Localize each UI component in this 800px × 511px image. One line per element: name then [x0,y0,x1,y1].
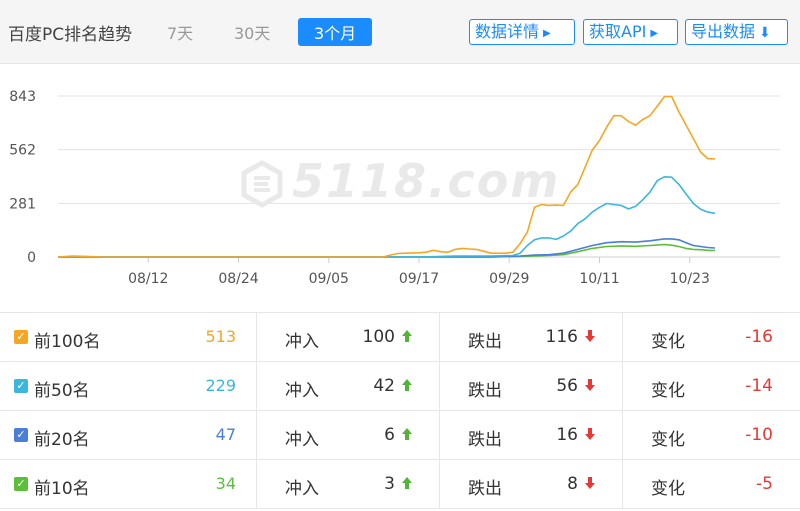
rush-in-value: 42 [373,376,395,396]
tab-3-months[interactable]: 3个月 [298,18,373,46]
series-checkbox[interactable]: ✓ [14,428,28,442]
change-value: -16 [745,327,773,347]
export-data-button[interactable]: 导出数据 ⬇ [685,19,788,45]
arrow-up-icon [402,330,412,342]
arrow-down-icon [585,477,595,489]
x-tick-label: 08/12 [128,271,168,287]
rank-value: 34 [215,474,236,493]
x-tick-label: 10/23 [670,271,710,287]
data-details-button[interactable]: 数据详情 ▶ [469,19,575,45]
drop-out-label: 跌出 [468,479,502,499]
tab-7-days[interactable]: 7天 [167,20,193,44]
change-label: 变化 [651,381,685,401]
change-label: 变化 [651,479,685,499]
arrow-up-icon [402,477,412,489]
y-tick-label: 843 [9,89,36,105]
change-value: -10 [745,425,773,445]
drop-out-value: 116 [545,327,578,347]
watermark-text: 5118.com [292,154,561,208]
rush-in-label: 冲入 [285,381,319,401]
arrow-down-icon [585,379,595,391]
x-tick-label: 09/29 [489,271,529,287]
drop-out-value: 16 [556,425,578,445]
table-row: ✓ 前10名 34 冲入 3 跌出 8 变化 -5 [0,459,800,509]
rank-stats-table: ✓ 前100名 513 冲入 100 跌出 116 变化 -16 ✓ 前50名 … [0,312,800,509]
page-title: 百度PC排名趋势 [8,25,133,45]
x-tick-label: 09/17 [399,271,439,287]
arrow-up-icon [402,379,412,391]
drop-out-label: 跌出 [468,332,502,352]
export-data-label: 导出数据 [691,22,756,41]
y-tick-label: 562 [9,143,36,159]
x-tick-label: 09/05 [309,271,349,287]
rush-in-value: 3 [384,474,395,494]
change-label: 变化 [651,430,685,450]
arrow-down-icon [585,330,595,342]
drop-out-value: 56 [556,376,578,396]
rank-label: 前100名 [34,332,101,352]
rank-label: 前20名 [34,430,90,450]
y-tick-label: 0 [27,250,36,266]
series-checkbox[interactable]: ✓ [14,330,28,344]
rank-label: 前10名 [34,479,90,499]
series-line [58,238,716,258]
rank-value: 47 [215,425,236,444]
rush-in-value: 6 [384,425,395,445]
rush-in-value: 100 [362,327,395,347]
table-row: ✓ 前20名 47 冲入 6 跌出 16 变化 -10 [0,410,800,460]
watermark-logo-icon [241,160,283,208]
change-label: 变化 [651,332,685,352]
arrow-up-icon [402,428,412,440]
table-row: ✓ 前100名 513 冲入 100 跌出 116 变化 -16 [0,312,800,362]
x-tick-label: 08/24 [218,271,258,287]
x-tick-label: 10/11 [579,271,619,287]
series-checkbox[interactable]: ✓ [14,477,28,491]
table-row: ✓ 前50名 229 冲入 42 跌出 56 变化 -14 [0,361,800,411]
caret-right-icon: ▶ [543,28,551,39]
change-value: -14 [745,376,773,396]
y-tick-label: 281 [9,196,36,212]
caret-right-icon: ▶ [650,28,659,39]
series-line [58,243,716,258]
drop-out-value: 8 [567,474,578,494]
rank-value: 229 [205,376,236,395]
rush-in-label: 冲入 [285,430,319,450]
ranking-chart: 5118.com 0 281 562 843 08/12 08/24 09/05 09/17 0… [0,64,800,312]
rush-in-label: 冲入 [285,479,319,499]
rank-value: 513 [205,327,236,346]
drop-out-label: 跌出 [468,430,502,450]
change-value: -5 [756,474,773,494]
rank-label: 前50名 [34,381,90,401]
get-api-button[interactable]: 获取API ▶ [583,19,678,45]
header-bar: 百度PC排名趋势 7天 30天 3个月 数据详情 ▶ 获取API ▶ 导出数据 ⬇ [0,0,800,64]
data-details-label: 数据详情 [475,22,540,41]
arrow-down-icon [585,428,595,440]
rush-in-label: 冲入 [285,332,319,352]
series-checkbox[interactable]: ✓ [14,379,28,393]
get-api-label: 获取API [589,22,647,41]
download-icon: ⬇ [759,25,771,41]
tab-30-days[interactable]: 30天 [234,20,270,44]
drop-out-label: 跌出 [468,381,502,401]
